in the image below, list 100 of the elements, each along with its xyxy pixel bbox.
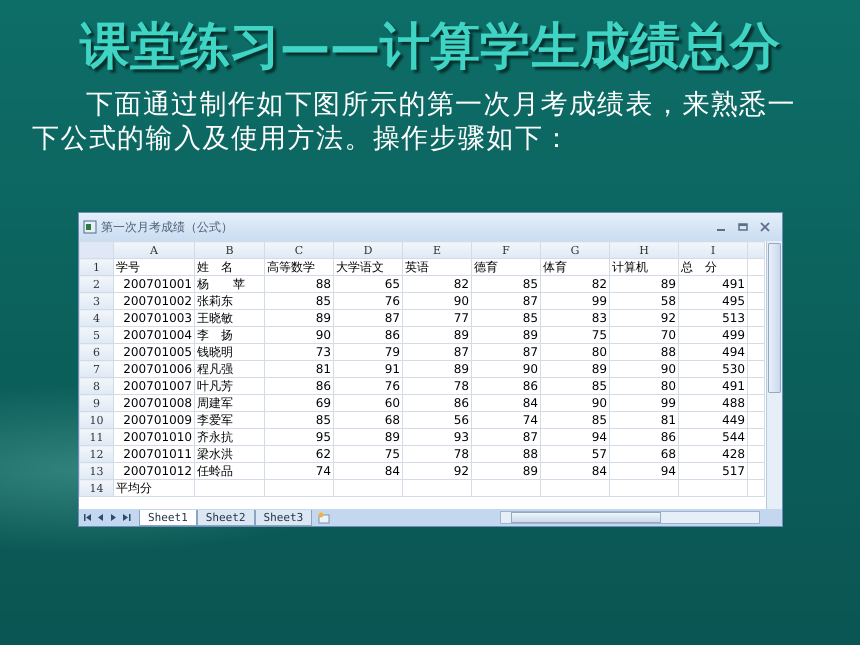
table-cell: 69 [264, 394, 334, 412]
scroll-thumb[interactable] [768, 243, 781, 393]
row-header[interactable]: 8 [80, 378, 114, 394]
table-cell: 200701012 [114, 462, 194, 480]
table-cell: 517 [678, 462, 748, 480]
row-header[interactable]: 14 [80, 480, 114, 496]
table-cell: 95 [264, 428, 334, 446]
table-cell: 李 扬 [194, 326, 264, 344]
table-cell: 80 [540, 344, 610, 360]
column-header[interactable]: E [402, 242, 472, 258]
table-cell: 81 [610, 412, 678, 428]
table-cell: 87 [402, 344, 472, 360]
column-header[interactable]: I [678, 242, 748, 258]
vertical-scrollbar[interactable] [766, 241, 782, 509]
table-cell: 90 [472, 360, 540, 378]
table-cell: 94 [610, 462, 678, 480]
table-cell: 83 [540, 310, 610, 326]
table-cell: 89 [264, 310, 334, 326]
table-cell: 89 [472, 326, 540, 344]
table-cell: 张莉东 [194, 292, 264, 310]
close-icon[interactable] [760, 222, 770, 232]
table-cell: 57 [540, 446, 610, 462]
table-cell: 89 [334, 428, 402, 446]
table-cell: 85 [540, 378, 610, 394]
row-header[interactable]: 2 [80, 276, 114, 292]
column-header[interactable]: A [114, 242, 194, 258]
table-cell: 89 [402, 326, 472, 344]
row-header[interactable]: 1 [80, 258, 114, 276]
sheet-tab[interactable]: Sheet2 [196, 510, 254, 526]
row-header[interactable]: 4 [80, 310, 114, 326]
table-cell: 494 [678, 344, 748, 360]
table-cell: 488 [678, 394, 748, 412]
column-header[interactable]: F [472, 242, 540, 258]
table-cell: 78 [402, 446, 472, 462]
table-cell: 86 [402, 394, 472, 412]
table-cell: 200701010 [114, 428, 194, 446]
table-cell: 65 [334, 276, 402, 292]
table-cell: 85 [540, 412, 610, 428]
table-cell: 王晓敏 [194, 310, 264, 326]
sheet-tab[interactable]: Sheet1 [139, 510, 197, 526]
column-header[interactable]: C [264, 242, 334, 258]
table-cell: 75 [540, 326, 610, 344]
maximize-icon[interactable] [738, 222, 748, 232]
row-header[interactable]: 12 [80, 446, 114, 462]
sheet-tab[interactable]: Sheet3 [254, 510, 312, 526]
table-cell: 梁水洪 [194, 446, 264, 462]
insert-sheet-icon[interactable] [316, 512, 332, 524]
column-header[interactable]: G [540, 242, 610, 258]
table-cell: 74 [264, 462, 334, 480]
row-header[interactable]: 11 [80, 428, 114, 446]
table-cell: 英语 [402, 258, 472, 276]
table-cell: 89 [472, 462, 540, 480]
row-header[interactable]: 9 [80, 394, 114, 412]
table-cell: 449 [678, 412, 748, 428]
slide-title: 课堂练习——计算学生成绩总分 [78, 16, 781, 76]
table-cell: 70 [610, 326, 678, 344]
table-cell: 84 [472, 394, 540, 412]
table-cell: 86 [472, 378, 540, 394]
table-cell: 82 [540, 276, 610, 292]
row-header[interactable]: 3 [80, 292, 114, 310]
column-header[interactable]: H [610, 242, 678, 258]
table-cell: 87 [472, 428, 540, 446]
table-cell: 任蛉品 [194, 462, 264, 480]
row-header[interactable]: 10 [80, 412, 114, 428]
table-cell: 495 [678, 292, 748, 310]
table-cell: 513 [678, 310, 748, 326]
table-cell: 杨 苹 [194, 276, 264, 292]
row-header[interactable]: 13 [80, 462, 114, 480]
table-cell: 92 [402, 462, 472, 480]
table-cell: 德育 [472, 258, 540, 276]
table-cell: 姓 名 [194, 258, 264, 276]
table-cell: 428 [678, 446, 748, 462]
table-cell: 80 [610, 378, 678, 394]
table-cell: 计算机 [610, 258, 678, 276]
table-cell: 89 [402, 360, 472, 378]
table-cell: 62 [264, 446, 334, 462]
table-cell: 85 [264, 412, 334, 428]
table-cell: 89 [610, 276, 678, 292]
table-cell: 200701001 [114, 276, 194, 292]
table-cell: 74 [472, 412, 540, 428]
table-cell: 68 [610, 446, 678, 462]
horizontal-scrollbar[interactable] [500, 511, 760, 524]
table-cell: 86 [610, 428, 678, 446]
row-header[interactable]: 7 [80, 360, 114, 378]
table-cell: 88 [472, 446, 540, 462]
table-cell: 91 [334, 360, 402, 378]
table-cell: 200701003 [114, 310, 194, 326]
table-cell: 200701006 [114, 360, 194, 378]
table-cell: 86 [334, 326, 402, 344]
column-header[interactable]: D [334, 242, 402, 258]
table-cell: 93 [402, 428, 472, 446]
table-cell: 76 [334, 292, 402, 310]
scroll-thumb[interactable] [511, 512, 661, 523]
table-cell: 程凡强 [194, 360, 264, 378]
table-cell: 85 [472, 310, 540, 326]
row-header[interactable]: 5 [80, 326, 114, 344]
column-header[interactable]: B [194, 242, 264, 258]
table-cell: 60 [334, 394, 402, 412]
table-cell: 94 [540, 428, 610, 446]
row-header[interactable]: 6 [80, 344, 114, 360]
